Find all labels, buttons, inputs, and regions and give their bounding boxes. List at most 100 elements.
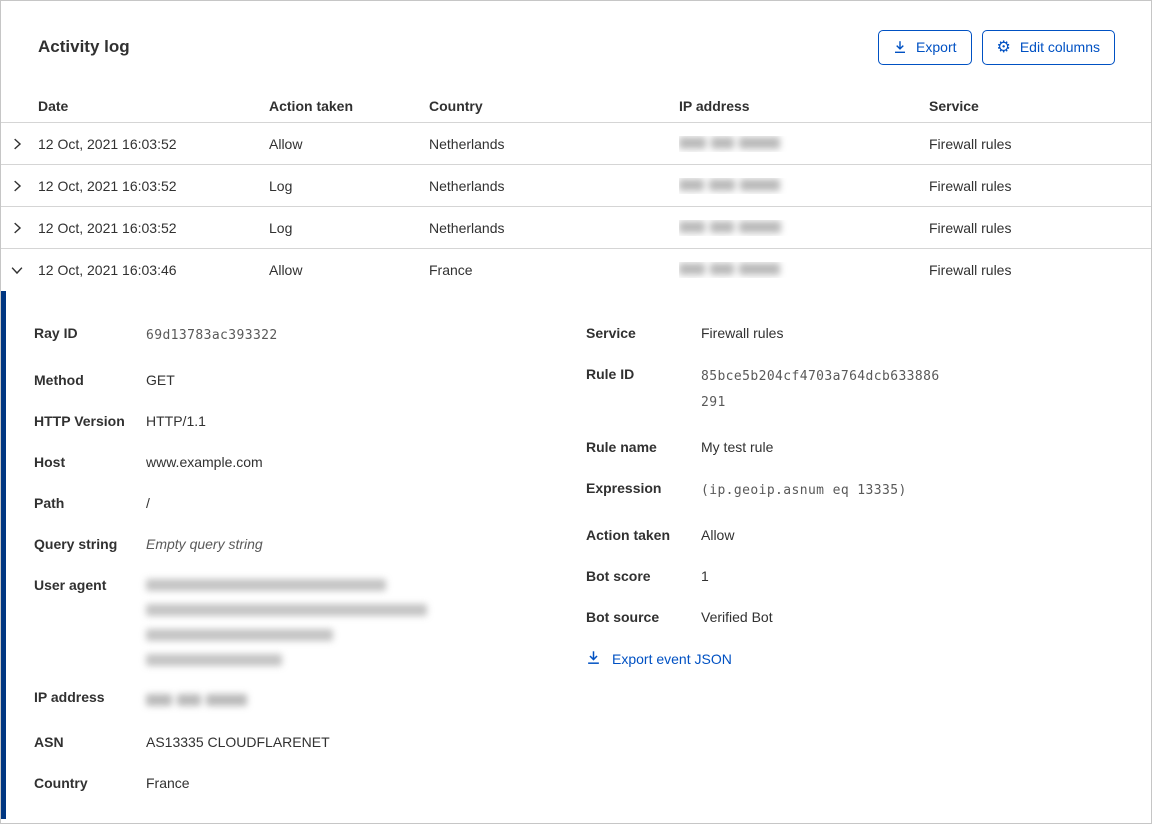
column-header-action-taken: Action taken bbox=[269, 97, 354, 114]
event-detail-panel: Ray ID 69d13783ac393322 Method GET HTTP … bbox=[1, 291, 1151, 819]
edit-columns-button-label: Edit columns bbox=[1019, 39, 1100, 55]
cell-action-taken: Log bbox=[269, 177, 293, 194]
cell-service: Firewall rules bbox=[929, 219, 1012, 236]
detail-label: Method bbox=[34, 372, 84, 388]
detail-value: Verified Bot bbox=[701, 609, 773, 625]
column-header-date: Date bbox=[38, 97, 69, 114]
detail-value: / bbox=[146, 495, 150, 511]
detail-column-right: Service Firewall rules Rule ID 85bce5b20… bbox=[586, 323, 1115, 819]
detail-value-redacted bbox=[146, 575, 427, 666]
cell-date: 12 Oct, 2021 16:03:52 bbox=[38, 219, 177, 236]
detail-value: Firewall rules bbox=[701, 325, 784, 341]
download-icon bbox=[893, 40, 907, 54]
detail-value: AS13335 CLOUDFLARENET bbox=[146, 734, 330, 750]
table-header-row: Date Action taken Country IP address Ser… bbox=[1, 89, 1151, 123]
cell-date: 12 Oct, 2021 16:03:46 bbox=[38, 262, 177, 278]
detail-value-redacted bbox=[146, 687, 247, 711]
download-icon bbox=[586, 650, 601, 668]
table-row[interactable]: 12 Oct, 2021 16:03:52 Allow Netherlands … bbox=[1, 123, 1151, 165]
detail-value: Empty query string bbox=[146, 536, 263, 552]
detail-label: Rule ID bbox=[586, 366, 635, 382]
detail-label: Query string bbox=[34, 536, 118, 552]
column-header-country: Country bbox=[429, 97, 483, 114]
detail-value: GET bbox=[146, 372, 175, 388]
detail-label: Ray ID bbox=[34, 325, 78, 341]
table-row-expanded[interactable]: 12 Oct, 2021 16:03:46 Allow France Firew… bbox=[1, 249, 1151, 291]
detail-column-left: Ray ID 69d13783ac393322 Method GET HTTP … bbox=[34, 323, 586, 819]
detail-row-service: Service Firewall rules bbox=[586, 323, 1115, 343]
cell-service: Firewall rules bbox=[929, 262, 1012, 278]
export-button-label: Export bbox=[916, 39, 957, 55]
detail-row-host: Host www.example.com bbox=[34, 452, 586, 472]
detail-row-rule-id: Rule ID 85bce5b204cf4703a764dcb633886291 bbox=[586, 364, 1115, 416]
cell-service: Firewall rules bbox=[929, 177, 1012, 194]
detail-row-http-version: HTTP Version HTTP/1.1 bbox=[34, 411, 586, 431]
detail-value: 85bce5b204cf4703a764dcb633886291 bbox=[701, 369, 940, 410]
chevron-down-icon[interactable] bbox=[1, 263, 38, 277]
detail-row-asn: ASN AS13335 CLOUDFLARENET bbox=[34, 732, 586, 752]
toolbar: Export ⚙ Edit columns bbox=[878, 29, 1115, 65]
cell-action-taken: Allow bbox=[269, 262, 303, 278]
detail-value: (ip.geoip.asnum eq 13335) bbox=[701, 483, 907, 498]
activity-log-panel: Activity log Export ⚙ Edit columns Date … bbox=[0, 0, 1152, 824]
detail-row-expression: Expression (ip.geoip.asnum eq 13335) bbox=[586, 478, 1115, 504]
detail-label: Country bbox=[34, 775, 88, 791]
cell-ip-address-redacted bbox=[679, 220, 929, 236]
chevron-right-icon[interactable] bbox=[1, 137, 38, 151]
detail-label: Bot source bbox=[586, 609, 660, 625]
cell-ip-address-redacted bbox=[679, 178, 929, 194]
cell-ip-address-redacted bbox=[679, 262, 929, 278]
gear-icon: ⚙ bbox=[996, 37, 1011, 56]
page-title: Activity log bbox=[38, 37, 130, 56]
detail-label: ASN bbox=[34, 734, 64, 750]
column-header-ip-address: IP address bbox=[679, 97, 750, 114]
detail-label: Host bbox=[34, 454, 66, 470]
detail-value: France bbox=[146, 775, 190, 791]
detail-row-ray-id: Ray ID 69d13783ac393322 bbox=[34, 323, 586, 349]
detail-row-action-taken: Action taken Allow bbox=[586, 525, 1115, 545]
header: Activity log Export ⚙ Edit columns bbox=[1, 1, 1151, 89]
chevron-right-icon[interactable] bbox=[1, 221, 38, 235]
detail-value: 69d13783ac393322 bbox=[146, 328, 278, 343]
cell-service: Firewall rules bbox=[929, 135, 1012, 152]
cell-country: Netherlands bbox=[429, 135, 505, 152]
cell-date: 12 Oct, 2021 16:03:52 bbox=[38, 177, 177, 194]
cell-country: Netherlands bbox=[429, 177, 505, 194]
detail-row-rule-name: Rule name My test rule bbox=[586, 437, 1115, 457]
detail-label: Expression bbox=[586, 480, 662, 496]
table-row[interactable]: 12 Oct, 2021 16:03:52 Log Netherlands Fi… bbox=[1, 207, 1151, 249]
detail-label: Path bbox=[34, 495, 65, 511]
detail-label: Rule name bbox=[586, 439, 657, 455]
detail-row-country: Country France bbox=[34, 773, 586, 793]
cell-country: Netherlands bbox=[429, 219, 505, 236]
cell-action-taken: Log bbox=[269, 219, 293, 236]
detail-label: Service bbox=[586, 325, 636, 341]
detail-row-path: Path / bbox=[34, 493, 586, 513]
cell-country: France bbox=[429, 262, 473, 278]
detail-value: 1 bbox=[701, 568, 709, 584]
detail-value: www.example.com bbox=[146, 454, 263, 470]
export-event-json-link[interactable]: Export event JSON bbox=[586, 650, 732, 668]
detail-label: Action taken bbox=[586, 527, 671, 543]
detail-row-query-string: Query string Empty query string bbox=[34, 534, 586, 554]
detail-label: IP address bbox=[34, 689, 105, 705]
export-button[interactable]: Export bbox=[878, 29, 972, 65]
detail-label: HTTP Version bbox=[34, 413, 125, 429]
export-event-json-label: Export event JSON bbox=[612, 651, 732, 667]
detail-row-bot-score: Bot score 1 bbox=[586, 566, 1115, 586]
detail-value: Allow bbox=[701, 527, 735, 543]
detail-value: My test rule bbox=[701, 439, 774, 455]
chevron-right-icon[interactable] bbox=[1, 179, 38, 193]
detail-label: Bot score bbox=[586, 568, 651, 584]
column-header-service: Service bbox=[929, 97, 979, 114]
detail-value: HTTP/1.1 bbox=[146, 413, 206, 429]
detail-row-user-agent: User agent bbox=[34, 575, 586, 666]
cell-action-taken: Allow bbox=[269, 135, 303, 152]
detail-row-ip-address: IP address bbox=[34, 687, 586, 711]
detail-row-bot-source: Bot source Verified Bot bbox=[586, 607, 1115, 627]
cell-date: 12 Oct, 2021 16:03:52 bbox=[38, 135, 177, 152]
table-row[interactable]: 12 Oct, 2021 16:03:52 Log Netherlands Fi… bbox=[1, 165, 1151, 207]
edit-columns-button[interactable]: ⚙ Edit columns bbox=[981, 29, 1115, 65]
detail-row-method: Method GET bbox=[34, 370, 586, 390]
cell-ip-address-redacted bbox=[679, 136, 929, 152]
